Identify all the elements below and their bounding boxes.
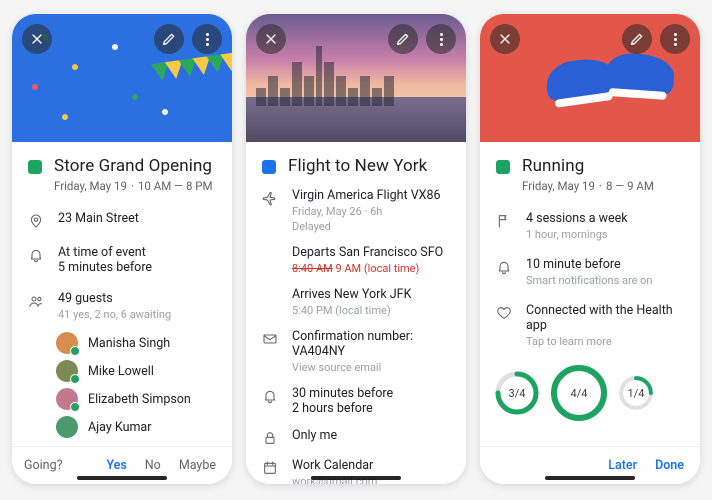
event-datetime: Friday, May 19·8 — 9 AM [522, 179, 654, 193]
hero-image [246, 14, 466, 142]
airplane-icon [262, 190, 278, 206]
edit-button[interactable] [622, 24, 652, 54]
bell-icon [262, 388, 278, 404]
screen-running: Running Friday, May 19·8 — 9 AM 4 sessio… [480, 14, 700, 484]
guest-name: Elizabeth Simpson [88, 392, 191, 407]
edit-button[interactable] [154, 24, 184, 54]
flight-info-row: Virgin America Flight VX86 Friday, May 2… [246, 186, 466, 241]
reminder-row[interactable]: 30 minutes before 2 hours before [246, 382, 466, 424]
home-indicator [77, 476, 167, 480]
bell-icon [28, 247, 44, 263]
progress-rings: 3/44/4 1/4 [480, 356, 700, 430]
guest-item[interactable]: Elizabeth Simpson [12, 385, 232, 413]
location-row[interactable]: 23 Main Street [12, 203, 232, 237]
avatar [56, 360, 78, 382]
event-title: Store Grand Opening [54, 156, 213, 176]
people-icon [28, 293, 44, 309]
done-button[interactable]: Done [651, 456, 688, 475]
avatar [56, 388, 78, 410]
later-button[interactable]: Later [604, 456, 641, 475]
event-datetime: Friday, May 19·10 AM — 8 PM [54, 179, 213, 193]
guest-list: Manisha Singh Mike Lowell Elizabeth Simpso… [12, 329, 232, 441]
visibility-row[interactable]: Only me [246, 424, 466, 454]
bell-icon [496, 259, 512, 275]
hero-image [12, 14, 232, 142]
progress-ring: 4/4 [550, 364, 608, 422]
rsvp-maybe[interactable]: Maybe [175, 456, 220, 475]
guests-row[interactable]: 49 guests 41 yes, 2 no, 6 awaiting [12, 283, 232, 329]
lock-icon [262, 430, 278, 446]
event-title: Flight to New York [288, 156, 427, 176]
more-button[interactable] [660, 24, 690, 54]
close-button[interactable] [256, 24, 286, 54]
edit-button[interactable] [388, 24, 418, 54]
departs-time: 8:40 AM 9 AM (local time) [292, 262, 443, 275]
rsvp-label: Going? [24, 458, 63, 473]
guest-item[interactable]: Manisha Singh [12, 329, 232, 357]
calendar-color-chip [496, 160, 510, 174]
calendar-color-chip [262, 160, 276, 174]
screen-store-grand-opening: Store Grand Opening Friday, May 19·10 AM… [12, 14, 232, 484]
close-button[interactable] [490, 24, 520, 54]
progress-ring: 1/4 [618, 370, 654, 416]
guest-name: Mike Lowell [88, 364, 154, 379]
rsvp-yes[interactable]: Yes [102, 456, 130, 475]
guest-item[interactable]: Mike Lowell [12, 357, 232, 385]
rsvp-no[interactable]: No [141, 456, 165, 475]
location-pin-icon [28, 213, 44, 229]
avatar [56, 416, 78, 438]
reminder-row[interactable]: 10 minute before Smart notifications are… [480, 249, 700, 295]
calendar-icon [262, 460, 278, 476]
hero-image [480, 14, 700, 142]
guest-item[interactable]: Ajay Kumar [12, 413, 232, 441]
arrives-row: Arrives New York JFK 5:40 PM (local time… [246, 283, 466, 325]
event-title: Running [522, 156, 654, 176]
departs-row: Departs San Francisco SFO 8:40 AM 9 AM (… [246, 241, 466, 283]
screen-flight-to-new-york: Flight to New York Virgin America Flight… [246, 14, 466, 484]
heart-icon [496, 305, 512, 321]
home-indicator [545, 476, 635, 480]
confirmation-row[interactable]: Confirmation number: VA404NY View source… [246, 325, 466, 382]
more-button[interactable] [192, 24, 222, 54]
avatar [56, 332, 78, 354]
more-button[interactable] [426, 24, 456, 54]
home-indicator [311, 476, 401, 480]
guest-name: Ajay Kumar [88, 420, 151, 435]
mail-icon [262, 331, 278, 347]
progress-ring: 3/4 [494, 370, 540, 416]
flag-icon [496, 213, 512, 229]
close-button[interactable] [22, 24, 52, 54]
guest-name: Manisha Singh [88, 336, 170, 351]
health-row[interactable]: Connected with the Health app Tap to lea… [480, 295, 700, 356]
calendar-color-chip [28, 160, 42, 174]
schedule-row[interactable]: 4 sessions a week 1 hour, mornings [480, 203, 700, 249]
reminder-row[interactable]: At time of event 5 minutes before [12, 237, 232, 283]
